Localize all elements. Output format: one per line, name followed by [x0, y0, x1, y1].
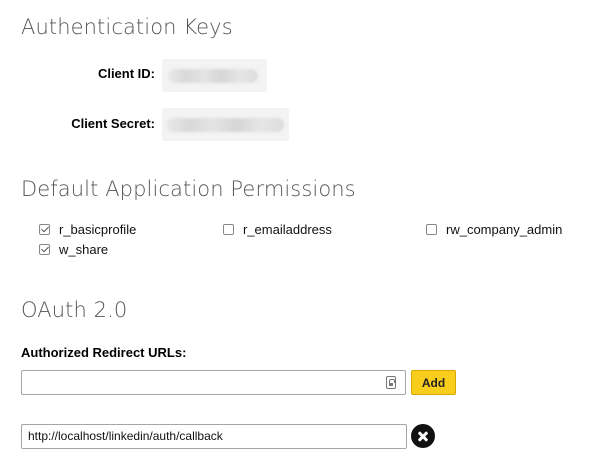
client-id-label: Client ID:: [97, 66, 155, 81]
checkbox-r-emailaddress[interactable]: [223, 224, 234, 235]
redirect-url-item[interactable]: http://localhost/linkedin/auth/callback: [21, 424, 407, 449]
redirect-url-input[interactable]: [21, 370, 406, 395]
client-id-value-redacted: [162, 59, 267, 92]
oauth-heading: OAuth 2.0: [21, 298, 128, 322]
permission-r-basicprofile[interactable]: r_basicprofile: [39, 222, 136, 237]
permission-label: w_share: [59, 242, 109, 257]
permission-rw-company-admin[interactable]: rw_company_admin: [426, 222, 562, 237]
client-secret-label: Client Secret:: [71, 116, 155, 131]
permission-r-emailaddress[interactable]: r_emailaddress: [223, 222, 332, 237]
checkbox-w-share[interactable]: [39, 244, 50, 255]
auth-keys-heading: Authentication Keys: [21, 15, 233, 39]
permission-label: rw_company_admin: [446, 222, 563, 237]
redirect-urls-label: Authorized Redirect URLs:: [21, 345, 187, 360]
clipboard-icon[interactable]: [386, 376, 396, 389]
permissions-heading: Default Application Permissions: [21, 177, 356, 201]
add-url-button[interactable]: Add: [411, 370, 456, 395]
permission-label: r_basicprofile: [59, 222, 137, 237]
client-secret-value-redacted: [162, 108, 289, 141]
checkbox-r-basicprofile[interactable]: [39, 224, 50, 235]
permission-w-share[interactable]: w_share: [39, 242, 108, 257]
checkbox-rw-company-admin[interactable]: [426, 224, 437, 235]
permission-label: r_emailaddress: [243, 222, 332, 237]
remove-url-button[interactable]: [411, 424, 435, 448]
